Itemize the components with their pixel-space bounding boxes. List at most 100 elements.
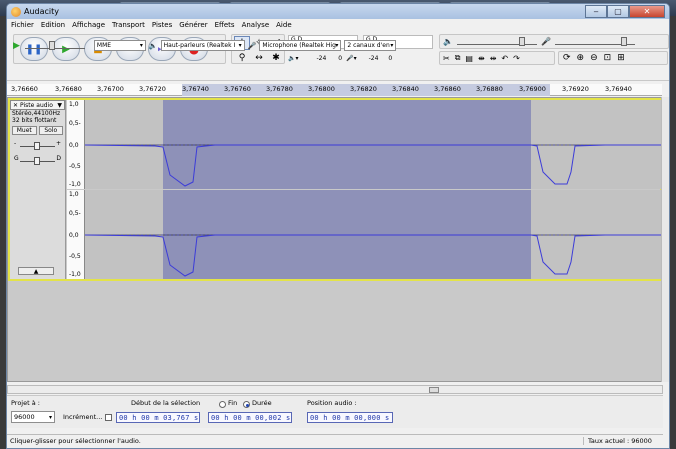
meter-tick: -24 <box>316 54 327 62</box>
tracks-area[interactable]: ✕ Piste audio ▼ Stéréo,44100Hz 32 bits f… <box>7 97 663 382</box>
waveform-left-channel[interactable] <box>85 100 662 189</box>
fit-selection-icon[interactable]: ⊡ <box>604 53 612 63</box>
silence-icon[interactable]: ⇹ <box>490 54 497 63</box>
menu-affichage[interactable]: Affichage <box>72 21 105 29</box>
pan-slider[interactable]: G D <box>14 155 61 167</box>
scale-label: -0,5 <box>69 163 81 170</box>
cut-icon[interactable]: ✂ <box>443 54 450 63</box>
scale-label: 0,0 <box>69 232 79 239</box>
snap-checkbox[interactable] <box>105 414 112 421</box>
project-rate-dropdown[interactable]: 96000 <box>11 411 55 423</box>
collapse-track-button[interactable]: ▲ <box>18 267 54 275</box>
meter-scale-row: 🔈▾ -24 0 🎤▾ -24 0 <box>288 52 433 64</box>
project-rate-label: Projet à : <box>11 399 40 407</box>
close-button[interactable]: ✕ <box>629 5 665 18</box>
ruler-label: 3,76840 <box>392 85 419 93</box>
gain-slider[interactable]: - + <box>14 140 61 152</box>
menu-edition[interactable]: Edition <box>41 21 65 29</box>
status-bar: Cliquer-glisser pour sélectionner l'audi… <box>7 434 663 446</box>
status-rate: Taux actuel : 96000 <box>583 436 663 445</box>
selection-duration-time[interactable]: 00 h 00 m 00,002 s <box>208 412 292 423</box>
menu-pistes[interactable]: Pistes <box>152 21 172 29</box>
menu-transport[interactable]: Transport <box>112 21 145 29</box>
selection-start-label: Début de la sélection <box>131 399 201 407</box>
ruler-label: 3,76860 <box>434 85 461 93</box>
vertical-scale-left: 1,0 0,5- 0,0 -0,5 -1,0 <box>67 100 85 189</box>
close-track-icon[interactable]: ✕ <box>13 102 18 109</box>
redo-icon[interactable]: ↷ <box>513 54 520 63</box>
fit-project-icon[interactable]: ⊞ <box>617 53 625 63</box>
end-radio[interactable] <box>219 401 226 408</box>
input-device-icon: 🎤 <box>247 41 257 50</box>
track-name: Piste audio <box>20 101 53 109</box>
scale-label: -1,0 <box>69 271 81 278</box>
selection-start-time[interactable]: 00 h 00 m 03,767 s <box>116 412 200 423</box>
edit-toolbar: ✂ ⧉ ▤ ⇼ ⇹ ↶ ↷ <box>439 51 555 65</box>
vertical-scale-right: 1,0 0,5- 0,0 -0,5 -1,0 <box>67 190 85 279</box>
selection-toolbar: Projet à : 96000 Incrément... Début de l… <box>7 395 663 428</box>
track-format: 32 bits flottant <box>12 117 57 124</box>
meter-tick: -24 <box>368 54 379 62</box>
audio-host-dropdown[interactable]: MME <box>93 40 146 51</box>
menu-bar: Fichier Edition Affichage Transport Pist… <box>7 19 669 31</box>
ruler-label: 3,76760 <box>224 85 251 93</box>
track-name-menu[interactable]: ✕ Piste audio ▼ <box>10 100 65 110</box>
undo-icon[interactable]: ↶ <box>501 54 508 63</box>
ruler-label: 3,76780 <box>266 85 293 93</box>
maximize-button[interactable]: ▢ <box>607 5 629 18</box>
speaker-icon: 🔈▾ <box>288 54 299 62</box>
audio-position-time[interactable]: 00 h 00 m 00,000 s <box>307 412 393 423</box>
ruler-label: 3,76900 <box>519 85 546 93</box>
output-device-dropdown[interactable]: Haut-parleurs (Realtek I <box>160 40 245 51</box>
duration-radio-label: Durée <box>252 399 272 407</box>
horizontal-scroll-thumb[interactable] <box>429 387 439 393</box>
sync-lock-icon[interactable]: ⟳ <box>563 53 571 63</box>
meter-tick: 0 <box>338 54 343 62</box>
multi-tool-icon[interactable]: ✱ <box>268 51 284 65</box>
paste-icon[interactable]: ▤ <box>465 54 473 63</box>
zoom-tool-icon[interactable]: ⚲ <box>234 51 250 65</box>
scale-label: -1,0 <box>69 181 81 188</box>
solo-button[interactable]: Solo <box>38 126 63 135</box>
menu-aide[interactable]: Aide <box>276 21 291 29</box>
status-hint: Cliquer-glisser pour sélectionner l'audi… <box>10 436 141 445</box>
ruler-label: 3,76880 <box>476 85 503 93</box>
timeline-ruler[interactable]: 3,76660 3,76680 3,76700 3,76720 3,76740 … <box>7 84 662 96</box>
menu-generer[interactable]: Générer <box>179 21 207 29</box>
copy-icon[interactable]: ⧉ <box>455 53 461 63</box>
waveform-right-channel[interactable] <box>85 190 662 279</box>
meter-tick: 0 <box>388 54 393 62</box>
title-bar: Audacity ‒ ▢ ✕ <box>7 4 669 19</box>
pan-right-label: D <box>56 155 61 162</box>
scale-label: 0,5- <box>69 210 81 217</box>
device-toolbar: ▶ MME 🔈 Haut-parleurs (Realtek I 🎤 Micro… <box>13 39 669 52</box>
menu-effets[interactable]: Effets <box>215 21 235 29</box>
track-control-panel: ✕ Piste audio ▼ Stéréo,44100Hz 32 bits f… <box>10 100 66 279</box>
zoom-in-icon[interactable]: ⊕ <box>577 53 585 63</box>
audio-position-label: Position audio : <box>307 399 357 407</box>
input-channels-dropdown[interactable]: 2 canaux d'en <box>344 40 397 51</box>
play-at-speed-icon[interactable]: ▶ <box>13 41 20 51</box>
input-device-dropdown[interactable]: Microphone (Realtek Hig <box>259 40 342 51</box>
trim-icon[interactable]: ⇼ <box>478 54 485 63</box>
horizontal-scrollbar[interactable] <box>7 385 663 394</box>
microphone-icon: 🎤▾ <box>346 54 357 62</box>
scale-label: 0,5- <box>69 120 81 127</box>
output-device-icon: 🔈 <box>148 41 158 50</box>
zoom-toolbar: ⟳ ⊕ ⊖ ⊡ ⊞ <box>558 51 668 65</box>
mute-button[interactable]: Muet <box>12 126 37 135</box>
zoom-out-icon[interactable]: ⊖ <box>590 53 598 63</box>
duration-radio[interactable] <box>243 401 250 408</box>
ruler-label: 3,76940 <box>605 85 632 93</box>
menu-fichier[interactable]: Fichier <box>11 21 34 29</box>
audio-track: ✕ Piste audio ▼ Stéréo,44100Hz 32 bits f… <box>8 98 662 281</box>
time-shift-tool-icon[interactable]: ↔ <box>251 51 267 65</box>
minimize-button[interactable]: ‒ <box>585 5 607 18</box>
end-radio-label: Fin <box>228 399 238 407</box>
scale-label: 1,0 <box>69 101 79 108</box>
ruler-label: 3,76700 <box>97 85 124 93</box>
ruler-label: 3,76800 <box>308 85 335 93</box>
menu-analyse[interactable]: Analyse <box>242 21 270 29</box>
play-speed-slider[interactable] <box>24 40 85 50</box>
vertical-scrollbar[interactable] <box>661 97 669 382</box>
